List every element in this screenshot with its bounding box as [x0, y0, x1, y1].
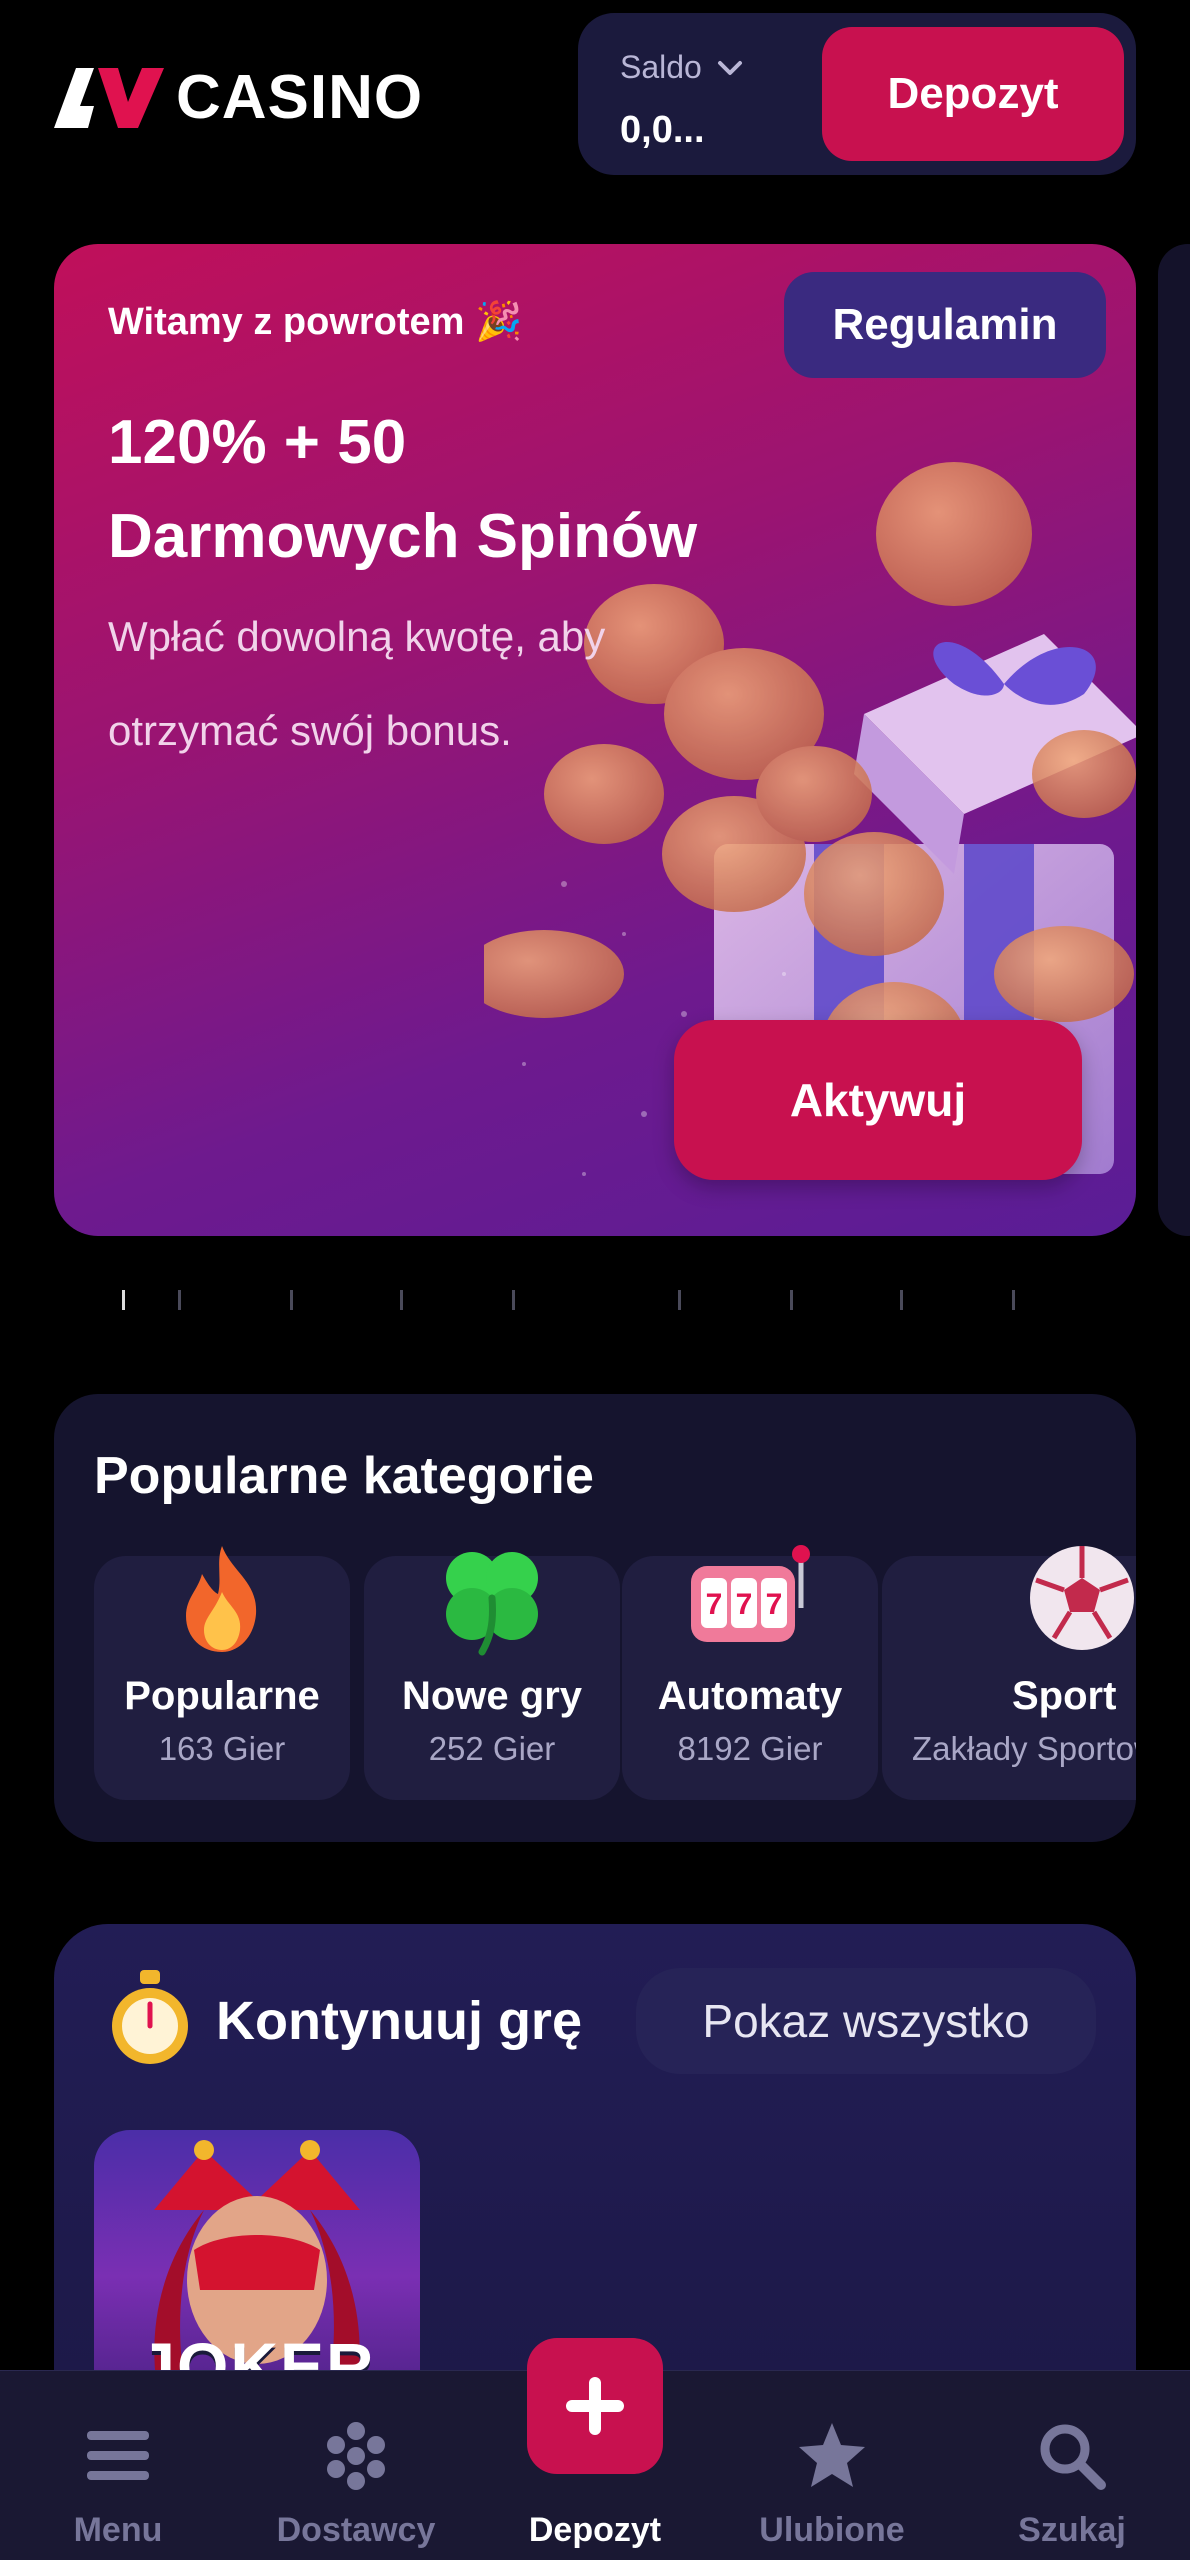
category-name: Popularne [124, 1674, 320, 1718]
header: CASINO Saldo 0,0... Depozyt [0, 0, 1190, 190]
category-name: Automaty [657, 1674, 843, 1718]
balance-toggle[interactable]: Saldo [620, 49, 744, 86]
logo[interactable]: CASINO [54, 62, 423, 133]
balance-box: Saldo 0,0... Depozyt [578, 13, 1136, 175]
deposit-fab-button[interactable] [527, 2338, 663, 2474]
category-card-slots[interactable]: 7 7 7 Automaty 8192 Gier [622, 1545, 878, 1800]
category-card-new-games[interactable]: Nowe gry 252 Gier [364, 1552, 620, 1800]
nav-favorites[interactable]: Ulubione [722, 2419, 942, 2550]
category-count: 8192 Gier [677, 1730, 823, 1767]
clover-icon [446, 1552, 538, 1656]
stopwatch-icon [112, 1970, 188, 2064]
balance-label: Saldo [620, 49, 702, 85]
logo-mark-icon [54, 67, 164, 128]
svg-text:7: 7 [766, 1588, 783, 1621]
providers-icon [327, 2422, 385, 2490]
nav-label: Menu [73, 2511, 163, 2549]
category-count: 252 Gier [428, 1730, 556, 1767]
nav-providers[interactable]: Dostawcy [246, 2419, 466, 2550]
chevron-down-icon [717, 60, 742, 75]
nav-label: Dostawcy [276, 2511, 436, 2549]
category-name: Sport [1012, 1674, 1117, 1718]
continue-title: Kontynuuj grę [216, 1991, 582, 2051]
nav-menu[interactable]: Menu [8, 2419, 228, 2550]
carousel-dot[interactable] [122, 1290, 125, 1310]
carousel-dot[interactable] [512, 1290, 515, 1310]
nav-label: Depozyt [528, 2511, 662, 2549]
carousel-dot[interactable] [400, 1290, 403, 1310]
search-icon [1040, 2424, 1106, 2490]
show-all-button[interactable]: Pokaz wszystko [636, 1968, 1096, 2074]
carousel-dot[interactable] [290, 1290, 293, 1310]
carousel-dot[interactable] [790, 1290, 793, 1310]
category-name: Nowe gry [401, 1674, 583, 1718]
nav-label: Szukaj [1018, 2511, 1126, 2549]
promo-subtitle: Wpłać dowolną kwotę, aby otrzymać swój b… [108, 613, 606, 754]
promo-title-line2: Darmowych Spinów [108, 502, 698, 571]
slot-machine-icon: 7 7 7 [691, 1545, 810, 1642]
promo-banner[interactable]: Witamy z powrotem 🎉 Regulamin 120% + 50 … [54, 244, 1136, 1236]
promo-title: 120% + 50 Darmowych Spinów [108, 396, 868, 584]
carousel-dot[interactable] [678, 1290, 681, 1310]
promo-welcome-text: Witamy z powrotem 🎉 [108, 301, 523, 343]
flame-icon [186, 1546, 257, 1652]
casino-home-page: CASINO Saldo 0,0... Depozyt Witamy z pow… [0, 0, 1190, 2560]
balance-value: 0,0... [620, 109, 705, 151]
svg-text:7: 7 [736, 1588, 753, 1621]
soccer-ball-icon [1030, 1546, 1134, 1650]
category-count: 163 Gier [158, 1730, 286, 1767]
category-card-sport[interactable]: Sport Zakłady Sportowe [882, 1546, 1136, 1800]
deposit-button[interactable]: Depozyt [822, 27, 1124, 161]
carousel-dot[interactable] [1012, 1290, 1015, 1310]
carousel-dot[interactable] [900, 1290, 903, 1310]
nav-search[interactable]: Szukaj [962, 2419, 1182, 2550]
menu-icon [87, 2431, 149, 2480]
next-promo-card-peek[interactable] [1158, 244, 1190, 1236]
terms-button[interactable]: Regulamin [784, 272, 1106, 378]
category-count: Zakłady Sportowe [912, 1730, 1136, 1767]
carousel-indicator [0, 1290, 1190, 1312]
carousel-dot[interactable] [178, 1290, 181, 1310]
category-card-popular[interactable]: Popularne 163 Gier [94, 1546, 350, 1800]
popular-categories-section: Popularne kategorie Popularne 163 Gier N… [54, 1394, 1136, 1842]
star-icon [799, 2423, 865, 2487]
categories-title: Popularne kategorie [94, 1447, 594, 1505]
promo-title-line1: 120% + 50 [108, 408, 407, 477]
logo-text: CASINO [176, 63, 424, 132]
svg-text:7: 7 [706, 1588, 723, 1621]
nav-label: Ulubione [759, 2511, 905, 2549]
plus-icon [566, 2377, 624, 2435]
activate-button[interactable]: Aktywuj [674, 1020, 1082, 1180]
